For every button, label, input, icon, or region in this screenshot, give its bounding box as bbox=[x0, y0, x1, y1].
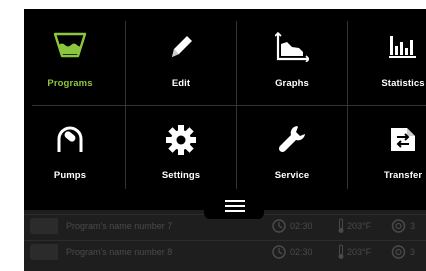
basin-icon bbox=[53, 32, 87, 58]
area-chart-icon bbox=[275, 32, 309, 62]
pencil-icon bbox=[172, 36, 192, 57]
speed-gauge-icon bbox=[391, 245, 406, 259]
menu-item-service[interactable]: Service bbox=[237, 106, 347, 198]
clock-icon bbox=[272, 219, 286, 233]
hamburger-icon[interactable] bbox=[225, 200, 245, 215]
pump-icon bbox=[57, 126, 83, 152]
thermometer-icon bbox=[338, 244, 344, 259]
menu-item-programs[interactable]: Programs bbox=[24, 14, 125, 106]
menu-item-label: Settings bbox=[161, 170, 201, 181]
speed-gauge-icon bbox=[391, 219, 406, 233]
bar-chart-icon bbox=[389, 36, 416, 58]
menu-item-label: Service bbox=[274, 170, 310, 181]
program-value: 3 bbox=[410, 247, 416, 257]
thermometer-icon bbox=[338, 218, 344, 233]
menu-item-settings[interactable]: Settings bbox=[126, 106, 236, 198]
program-duration: 02:30 bbox=[290, 247, 313, 257]
menu-item-label: Pumps bbox=[53, 170, 87, 181]
program-temperature: 203°F bbox=[347, 221, 372, 231]
menu-item-graphs[interactable]: Graphs bbox=[237, 14, 347, 106]
gear-icon bbox=[166, 125, 196, 155]
menu-item-edit[interactable]: Edit bbox=[126, 14, 236, 106]
menu-item-label: Transfer bbox=[383, 170, 423, 181]
wrench-icon bbox=[278, 126, 305, 153]
menu-item-label: Statistics bbox=[381, 78, 425, 89]
program-duration: 02:30 bbox=[290, 221, 313, 231]
menu-item-pumps[interactable]: Pumps bbox=[24, 106, 125, 198]
menu-item-label: Programs bbox=[47, 78, 93, 89]
menu-item-label: Graphs bbox=[275, 78, 309, 89]
menu-item-label: Edit bbox=[171, 78, 191, 89]
program-name: Program's name number 7 bbox=[66, 221, 173, 231]
menu-item-statistics[interactable]: Statistics bbox=[348, 14, 426, 106]
program-color-swatch bbox=[30, 244, 58, 260]
main-menu: Programs Edit Graphs Statistics Pumps Se… bbox=[24, 9, 426, 210]
program-row[interactable]: Program's name number 8 02:30 203°F 3 bbox=[24, 240, 426, 263]
menu-item-transfer[interactable]: Transfer bbox=[348, 106, 426, 198]
program-value: 3 bbox=[410, 221, 416, 231]
program-color-swatch bbox=[30, 218, 58, 234]
transfer-icon bbox=[391, 128, 415, 151]
program-temperature: 203°F bbox=[347, 247, 372, 257]
program-name: Program's name number 8 bbox=[66, 247, 173, 257]
clock-icon bbox=[272, 245, 286, 259]
